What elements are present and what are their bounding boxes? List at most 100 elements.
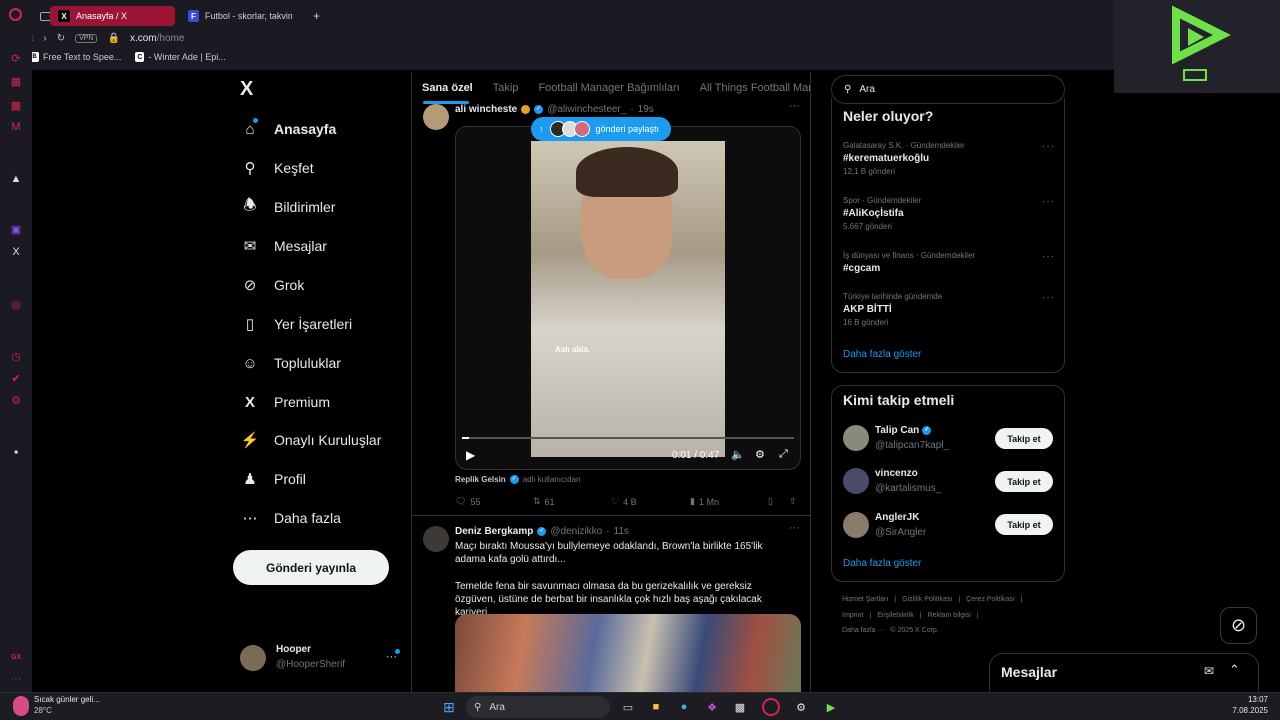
new-tab-button[interactable]: + [305, 6, 328, 26]
twitch-icon[interactable]: ▣ [9, 222, 23, 236]
messages-dock[interactable]: Mesajlar ✉ ⌃ [989, 653, 1259, 692]
x-logo[interactable]: X [240, 78, 253, 101]
clock-time[interactable]: 13:07 [1248, 695, 1268, 704]
chevron-up-icon[interactable]: ⌃ [1229, 662, 1240, 678]
weather-title[interactable]: Sıcak günler geli... [34, 695, 100, 704]
gx-icon[interactable]: GX [9, 650, 23, 664]
file-explorer-icon[interactable]: ■ [647, 698, 665, 716]
address-bar[interactable]: ‹ › ↻ VPN 🔒 x.com/home [30, 30, 184, 46]
trend-item[interactable]: Galatasaray S.K. · Gündemdekiler #kerema… [843, 141, 1055, 176]
mail-app-icon[interactable]: M [9, 120, 23, 134]
history-icon[interactable]: ◷ [9, 349, 23, 363]
edge-icon[interactable]: ● [675, 698, 693, 716]
trend-item[interactable]: İş dünyası ve finans · Gündemdekiler #cg… [843, 251, 1055, 274]
repost-button[interactable]: ⇅ 61 [533, 496, 555, 507]
new-posts-pill[interactable]: ↑ gönderi paylaştı [531, 117, 672, 141]
trends-show-more[interactable]: Daha fazla göster [843, 349, 921, 360]
tab-for-you[interactable]: Sana özel [412, 72, 483, 104]
reply-button[interactable]: 🗨 55 [455, 496, 480, 507]
store-icon[interactable]: ▩ [9, 98, 23, 112]
video-player[interactable]: Aslı abla. ▶ 0:01 / 0:47 🔈 ⚙ ⤢ [455, 126, 801, 470]
fullscreen-icon[interactable]: ⤢ [779, 448, 788, 461]
opera-logo-icon[interactable] [9, 8, 22, 21]
post-button[interactable]: Gönderi yayınla [233, 550, 389, 585]
follow-button[interactable]: Takip et [995, 514, 1053, 535]
volume-icon[interactable]: 🔈 [731, 448, 745, 461]
copilot-icon[interactable]: ❖ [703, 698, 721, 716]
follow-button[interactable]: Takip et [995, 428, 1053, 449]
post-author[interactable]: ali wincheste [455, 104, 517, 115]
trend-more-icon[interactable]: ··· [1042, 141, 1055, 152]
nav-verified-orgs[interactable]: ⚡ Onaylı Kuruluşlar [240, 428, 382, 452]
gaming-icon[interactable]: ▦ [9, 74, 23, 88]
pinboard-icon[interactable]: ✔ [9, 371, 23, 385]
post-handle[interactable]: @aliwinchesteer_ [547, 104, 626, 115]
follow-button[interactable]: Takip et [995, 471, 1053, 492]
nav-profile[interactable]: ♟ Profil [240, 467, 306, 491]
x-sidebar-icon[interactable]: X [9, 245, 23, 259]
nav-notifications[interactable]: 🕭 Bildirimler [240, 195, 335, 219]
nav-more[interactable]: ⋯ Daha fazla [240, 506, 341, 530]
streamlabs-icon[interactable]: ▶ [822, 698, 840, 716]
trend-item[interactable]: Türkiye tarihinde gündemde AKP BİTTİ 16 … [843, 292, 1055, 327]
trend-item[interactable]: Spor · Gündemdekiler #AliKoçİstifa 5.667… [843, 196, 1055, 231]
steam-icon[interactable]: ⚙ [792, 698, 810, 716]
nav-communities[interactable]: ☺ Topluluklar [240, 351, 341, 375]
settings-icon[interactable]: ⚙ [9, 393, 23, 407]
follow-name[interactable]: Talip Can ✓ [875, 425, 932, 436]
task-view-icon[interactable]: ▭ [619, 698, 637, 716]
tab-list-fm[interactable]: Football Manager Bağımlıları [528, 72, 689, 104]
extension-icon[interactable]: ■ [9, 446, 23, 460]
post-time[interactable]: 11s [614, 526, 629, 537]
url-text[interactable]: x.com/home [130, 33, 184, 44]
sidebar-more-icon[interactable]: ··· [9, 672, 23, 686]
vpn-badge[interactable]: VPN [75, 33, 98, 43]
artstation-icon[interactable]: ▲ [9, 172, 23, 186]
nav-bookmarks[interactable]: ▯ Yer İşaretleri [240, 312, 352, 336]
video-progress-track[interactable] [462, 437, 794, 439]
post-handle[interactable]: @denizikko [550, 526, 602, 537]
search-icon: ⚲ [844, 84, 852, 95]
trend-more-icon[interactable]: ··· [1042, 196, 1055, 207]
player-icon[interactable]: ◎ [9, 297, 23, 311]
store-icon[interactable]: ▩ [731, 698, 749, 716]
forward-icon[interactable]: › [43, 33, 46, 44]
windows-start-icon[interactable]: ⊞ [440, 698, 458, 716]
bookmark-item[interactable]: C - Winter Ade | Epi... [135, 52, 226, 62]
tab-x-home[interactable]: X Anasayfa / X [50, 6, 175, 26]
post-time[interactable]: 19s [638, 104, 654, 115]
views-button[interactable]: ▮ 1 Mn [690, 496, 719, 507]
reload-icon[interactable]: ↻ [57, 33, 65, 44]
post-more-icon[interactable]: ··· [789, 522, 800, 534]
like-button[interactable]: ♡ 4 B [611, 496, 637, 507]
follow-show-more[interactable]: Daha fazla göster [843, 558, 921, 569]
post[interactable]: ali wincheste ✓ @aliwinchesteer_ · 19s ·… [412, 100, 810, 516]
share-button[interactable]: ⇧ [789, 496, 797, 507]
account-switcher[interactable]: Hooper @HooperSherif ··· [240, 644, 406, 674]
clock-date[interactable]: 7.08.2025 [1232, 706, 1268, 715]
follow-name[interactable]: vincenzo [875, 468, 918, 479]
nav-premium[interactable]: X Premium [240, 390, 330, 414]
taskbar-search[interactable]: ⚲ Ara [466, 696, 610, 718]
nav-grok[interactable]: ⊘ Grok [240, 273, 305, 297]
bookmark-button[interactable]: ▯ [768, 496, 773, 507]
bookmark-item[interactable]: B Free Text to Spee... [30, 52, 121, 62]
post-author[interactable]: Deniz Bergkamp [455, 526, 533, 537]
post-more-icon[interactable]: ··· [789, 100, 800, 112]
tab-futbol[interactable]: F Futbol - skorlar, takvim & [180, 6, 300, 26]
post[interactable]: Deniz Bergkamp ✓ @denizikko · 11s ··· Ma… [412, 516, 810, 692]
trend-more-icon[interactable]: ··· [1042, 292, 1055, 303]
post-image[interactable] [455, 614, 801, 692]
trend-more-icon[interactable]: ··· [1042, 251, 1055, 262]
nav-messages[interactable]: ✉ Mesajlar [240, 234, 327, 258]
compose-message-icon[interactable]: ✉ [1204, 664, 1214, 678]
opera-gx-icon[interactable] [762, 698, 780, 716]
play-icon[interactable]: ▶ [466, 448, 475, 462]
tab-following[interactable]: Takip [483, 72, 529, 104]
weather-icon[interactable] [13, 696, 29, 716]
nav-explore[interactable]: ⚲ Keşfet [240, 156, 314, 180]
grok-floating-button[interactable]: ⊘ [1220, 607, 1257, 644]
aria-icon[interactable]: ⟳ [9, 51, 23, 65]
follow-name[interactable]: AnglerJK [875, 512, 919, 523]
gear-icon[interactable]: ⚙ [755, 448, 765, 461]
